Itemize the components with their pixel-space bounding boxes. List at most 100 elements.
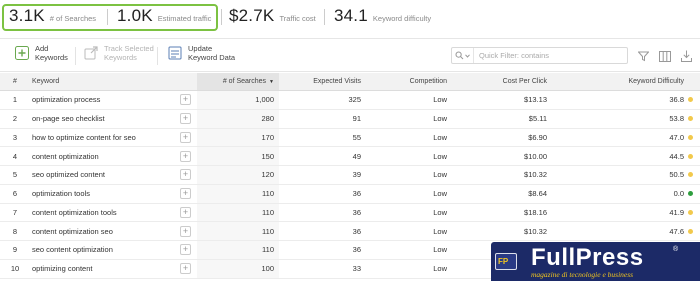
keyword-cell: on-page seo checklist bbox=[32, 114, 105, 124]
add-keyword-icon[interactable]: + bbox=[180, 263, 191, 275]
update-data-line2: Keyword Data bbox=[188, 53, 236, 62]
metric-value: $2.7K bbox=[229, 6, 275, 25]
search-filter-dropdown[interactable] bbox=[452, 48, 474, 63]
add-keyword-icon[interactable]: + bbox=[180, 150, 191, 162]
add-keyword-icon[interactable]: + bbox=[180, 113, 191, 125]
competition-cell: Low bbox=[433, 95, 447, 105]
difficulty-indicator-icon bbox=[687, 209, 693, 215]
searches-cell: 1,000 bbox=[197, 91, 279, 109]
add-keyword-icon[interactable]: + bbox=[180, 225, 191, 237]
metric-searches: 3.1K # of Searches bbox=[9, 6, 96, 26]
searches-cell: 110 bbox=[197, 241, 279, 259]
table-row[interactable]: 1 optimization process +1,000 325 Low $13.13 3… bbox=[0, 91, 700, 110]
visits-cell: 36 bbox=[352, 189, 361, 199]
keyword-cell: content optimization bbox=[32, 151, 99, 161]
difficulty-indicator-icon bbox=[687, 134, 693, 140]
metric-value: 3.1K bbox=[9, 6, 45, 25]
add-keyword-icon[interactable]: + bbox=[180, 94, 191, 106]
header-num[interactable]: # bbox=[0, 73, 30, 90]
cpc-cell: $18.16 bbox=[524, 207, 547, 217]
row-number: 4 bbox=[12, 151, 18, 161]
row-number: 7 bbox=[12, 207, 18, 217]
visits-cell: 39 bbox=[352, 170, 361, 180]
table-row[interactable]: 5 seo optimized content +120 39 Low $10.32 50.… bbox=[0, 166, 700, 185]
add-keyword-icon[interactable]: + bbox=[180, 206, 191, 218]
filter-icon[interactable] bbox=[636, 49, 650, 63]
difficulty-indicator-icon bbox=[687, 97, 693, 103]
header-searches[interactable]: # of Searches ▼ bbox=[197, 73, 279, 90]
keyword-cell: content optimization tools bbox=[32, 207, 117, 217]
cpc-cell: $6.90 bbox=[528, 132, 547, 142]
update-data-line1: Update bbox=[188, 44, 213, 53]
cpc-cell: $8.64 bbox=[528, 189, 547, 199]
competition-cell: Low bbox=[433, 132, 447, 142]
header-cpc[interactable]: Cost Per Click bbox=[447, 73, 547, 90]
fullpress-watermark: FP FullPress ® magazine di tecnologie e … bbox=[491, 242, 700, 281]
divider bbox=[157, 47, 158, 65]
table-row[interactable]: 7 content optimization tools +110 36 Low $18.… bbox=[0, 203, 700, 223]
cpc-cell: $10.00 bbox=[524, 151, 547, 161]
competition-cell: Low bbox=[433, 189, 447, 199]
visits-cell: 36 bbox=[352, 245, 361, 255]
keyword-cell: seo content optimization bbox=[32, 245, 113, 255]
header-difficulty[interactable]: Keyword Difficulty bbox=[547, 73, 684, 90]
track-selected-keywords-button[interactable]: Track Selected Keywords bbox=[83, 44, 166, 62]
visits-cell: 36 bbox=[352, 226, 361, 236]
add-keyword-icon[interactable]: + bbox=[180, 169, 191, 181]
header-visits[interactable]: Expected Visits bbox=[279, 73, 361, 90]
cpc-cell: $10.32 bbox=[524, 170, 547, 180]
columns-icon[interactable] bbox=[658, 49, 672, 63]
competition-cell: Low bbox=[433, 151, 447, 161]
metric-label: # of Searches bbox=[49, 14, 97, 23]
difficulty-cell: 47.0 bbox=[669, 132, 684, 142]
difficulty-cell: 47.6 bbox=[669, 226, 684, 236]
chevron-down-icon bbox=[465, 53, 470, 58]
visits-cell: 33 bbox=[352, 264, 361, 274]
difficulty-cell: 41.9 bbox=[669, 207, 684, 217]
header-competition[interactable]: Competition bbox=[361, 73, 447, 90]
table-row[interactable]: 6 optimization tools +110 36 Low $8.64 0.0 bbox=[0, 184, 700, 204]
competition-cell: Low bbox=[433, 245, 447, 255]
searches-cell: 100 bbox=[197, 259, 279, 278]
table-row[interactable]: 3 how to optimize content for seo +170 55 Lo… bbox=[0, 128, 700, 148]
table-row[interactable]: 8 content optimization seo +110 36 Low $10.32… bbox=[0, 222, 700, 241]
update-keyword-data-button[interactable]: Update Keyword Data bbox=[167, 44, 250, 62]
row-number: 3 bbox=[12, 132, 18, 142]
add-keyword-icon[interactable]: + bbox=[180, 131, 191, 143]
difficulty-indicator-icon bbox=[687, 116, 693, 122]
track-selected-line2: Keywords bbox=[104, 53, 137, 62]
visits-cell: 91 bbox=[352, 114, 361, 124]
sort-desc-icon: ▼ bbox=[269, 78, 274, 85]
cpc-cell: $10.32 bbox=[524, 226, 547, 236]
divider bbox=[221, 9, 222, 25]
quick-filter-input[interactable] bbox=[474, 51, 624, 60]
row-number: 1 bbox=[12, 95, 18, 105]
divider bbox=[324, 9, 325, 25]
searches-cell: 120 bbox=[197, 166, 279, 184]
searches-cell: 110 bbox=[197, 184, 279, 203]
metric-value: 34.1 bbox=[334, 6, 368, 25]
add-keyword-icon[interactable]: + bbox=[180, 188, 191, 200]
divider bbox=[107, 9, 108, 25]
header-keyword[interactable]: Keyword bbox=[32, 73, 192, 90]
metric-value: 1.0K bbox=[117, 6, 153, 25]
competition-cell: Low bbox=[433, 264, 447, 274]
cpc-cell: $13.13 bbox=[524, 95, 547, 105]
export-icon[interactable] bbox=[679, 49, 693, 63]
visits-cell: 325 bbox=[348, 95, 361, 105]
keyword-cell: content optimization seo bbox=[32, 226, 113, 236]
divider bbox=[75, 47, 76, 65]
table-header: # Keyword # of Searches ▼ Expected Visits… bbox=[0, 73, 700, 91]
difficulty-cell: 50.5 bbox=[669, 170, 684, 180]
table-row[interactable]: 4 content optimization +150 49 Low $10.00 44.5 bbox=[0, 147, 700, 166]
difficulty-indicator-icon bbox=[687, 191, 693, 197]
table-row[interactable]: 2 on-page seo checklist +280 91 Low $5.11 53.8 bbox=[0, 109, 700, 129]
metric-keyword-difficulty: 34.1 Keyword difficulty bbox=[334, 6, 431, 26]
metrics-bar: 3.1K # of Searches 1.0K Estimated traffi… bbox=[0, 0, 700, 34]
add-keywords-line1: Add bbox=[35, 44, 49, 53]
watermark-logo: FullPress bbox=[531, 244, 644, 271]
metric-label: Keyword difficulty bbox=[372, 14, 432, 23]
add-keyword-icon[interactable]: + bbox=[180, 244, 191, 256]
searches-cell: 110 bbox=[197, 203, 279, 222]
keyword-cell: how to optimize content for seo bbox=[32, 132, 136, 142]
